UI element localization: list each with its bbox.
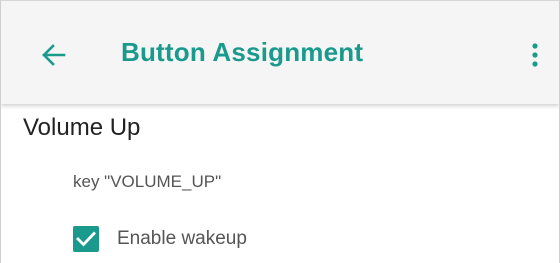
section-title: Volume Up: [23, 114, 141, 141]
key-label: key "VOLUME_UP": [73, 172, 222, 191]
enable-wakeup-label: Enable wakeup: [117, 228, 247, 249]
back-button[interactable]: [33, 35, 73, 75]
screen: Button Assignment Volume Up key "VOLUME_…: [0, 0, 560, 263]
enable-wakeup-row[interactable]: Enable wakeup: [73, 224, 247, 254]
arrow-back-icon: [42, 44, 66, 66]
check-icon: [76, 231, 96, 247]
more-vert-icon: [532, 43, 538, 67]
app-bar: Button Assignment: [1, 0, 559, 104]
overflow-menu-button[interactable]: [523, 35, 547, 75]
enable-wakeup-checkbox[interactable]: [73, 226, 99, 252]
page-title: Button Assignment: [121, 37, 364, 67]
